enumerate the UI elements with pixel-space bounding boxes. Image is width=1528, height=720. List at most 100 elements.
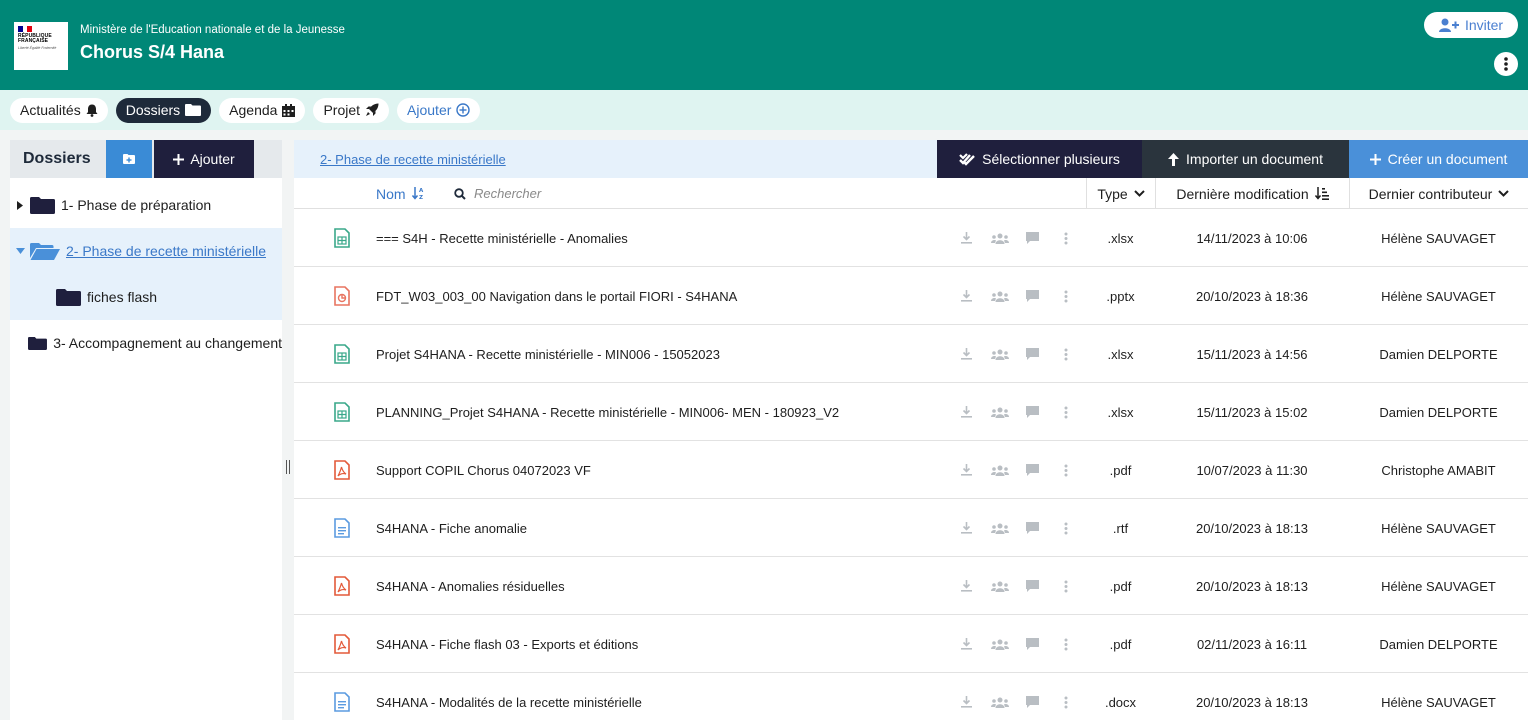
breadcrumb[interactable]: 2- Phase de recette ministérielle xyxy=(320,152,506,167)
column-contributor-filter[interactable]: Dernier contributeur xyxy=(1349,178,1528,209)
comment-icon[interactable] xyxy=(1016,232,1049,244)
folder-open-icon xyxy=(30,242,60,260)
download-icon[interactable] xyxy=(950,348,983,360)
vertical-dots-icon[interactable] xyxy=(1049,232,1082,245)
caret-down-icon[interactable] xyxy=(10,248,30,254)
sort-alpha-icon: AZ xyxy=(411,187,424,200)
last-contributor: Hélène SAUVAGET xyxy=(1381,230,1496,246)
vertical-dots-icon xyxy=(1504,57,1508,71)
table-row[interactable]: S4HANA - Fiche anomalie .rtf 20/10/2023 à … xyxy=(294,499,1528,557)
table-row[interactable]: S4HANA - Modalités de la recette ministé… xyxy=(294,673,1528,720)
pdf-icon xyxy=(332,441,352,499)
table-row[interactable]: PLANNING_Projet S4HANA - Recette ministé… xyxy=(294,383,1528,441)
share-users-icon[interactable] xyxy=(983,581,1016,592)
download-icon[interactable] xyxy=(950,406,983,418)
import-document-button[interactable]: Importer un document xyxy=(1142,140,1349,178)
tab-projet[interactable]: Projet xyxy=(313,97,390,123)
new-folder-button[interactable] xyxy=(106,140,152,178)
file-name[interactable]: === S4H - Recette ministérielle - Anomal… xyxy=(376,209,628,267)
file-name[interactable]: Projet S4HANA - Recette ministérielle - … xyxy=(376,325,720,383)
share-users-icon[interactable] xyxy=(983,465,1016,476)
share-users-icon[interactable] xyxy=(983,233,1016,244)
tab-actualites[interactable]: Actualités xyxy=(10,97,108,123)
column-type-filter[interactable]: Type xyxy=(1086,178,1155,209)
last-contributor: Christophe AMABIT xyxy=(1381,462,1496,478)
vertical-dots-icon[interactable] xyxy=(1049,290,1082,303)
tree-item-accompagnement[interactable]: 3- Accompagnement au changement xyxy=(10,320,282,366)
download-icon[interactable] xyxy=(950,232,983,244)
add-user-icon xyxy=(1438,18,1459,32)
create-document-button[interactable]: Créer un document xyxy=(1349,140,1528,178)
file-name[interactable]: S4HANA - Fiche anomalie xyxy=(376,499,527,557)
file-type: .docx xyxy=(1104,694,1137,710)
last-contributor: Hélène SAUVAGET xyxy=(1381,520,1496,536)
comment-icon[interactable] xyxy=(1016,348,1049,360)
table-row[interactable]: S4HANA - Anomalies résiduelles .pdf 20/10/… xyxy=(294,557,1528,615)
rocket-icon xyxy=(366,103,379,116)
sidebar-add-button[interactable]: Ajouter xyxy=(154,140,254,178)
vertical-dots-icon[interactable] xyxy=(1049,464,1082,477)
file-name[interactable]: PLANNING_Projet S4HANA - Recette ministé… xyxy=(376,383,839,441)
tree-item-fiches-flash[interactable]: fiches flash xyxy=(10,274,282,320)
vertical-dots-icon[interactable] xyxy=(1049,696,1082,709)
select-multiple-button[interactable]: Sélectionner plusieurs xyxy=(937,140,1142,178)
file-type: .xlsx xyxy=(1107,230,1134,246)
folder-plus-icon xyxy=(123,154,135,164)
panel-resize-handle[interactable] xyxy=(286,460,290,474)
vertical-dots-icon[interactable] xyxy=(1049,580,1082,593)
comment-icon[interactable] xyxy=(1016,638,1049,650)
table-row[interactable]: === S4H - Recette ministérielle - Anomal… xyxy=(294,209,1528,267)
download-icon[interactable] xyxy=(950,522,983,534)
download-icon[interactable] xyxy=(950,638,983,650)
share-users-icon[interactable] xyxy=(983,697,1016,708)
comment-icon[interactable] xyxy=(1016,406,1049,418)
comment-icon[interactable] xyxy=(1016,696,1049,708)
share-users-icon[interactable] xyxy=(983,407,1016,418)
share-users-icon[interactable] xyxy=(983,639,1016,650)
comment-icon[interactable] xyxy=(1016,464,1049,476)
share-users-icon[interactable] xyxy=(983,291,1016,302)
file-name[interactable]: Support COPIL Chorus 04072023 VF xyxy=(376,441,591,499)
table-row[interactable]: S4HANA - Fiche flash 03 - Exports et édi… xyxy=(294,615,1528,673)
tab-dossiers[interactable]: Dossiers xyxy=(115,97,212,123)
vertical-dots-icon[interactable] xyxy=(1049,638,1082,651)
tree-item-label: fiches flash xyxy=(87,289,158,305)
caret-right-icon[interactable] xyxy=(10,200,30,210)
table-row[interactable]: FDT_W03_003_00 Navigation dans le portai… xyxy=(294,267,1528,325)
search-field[interactable]: Rechercher xyxy=(454,178,541,209)
file-name[interactable]: S4HANA - Anomalies résiduelles xyxy=(376,557,565,615)
column-name-sort[interactable]: Nom AZ xyxy=(376,178,424,209)
invite-label: Inviter xyxy=(1464,17,1504,33)
table-row[interactable]: Support COPIL Chorus 04072023 VF .pdf 10/0… xyxy=(294,441,1528,499)
tree-item-preparation[interactable]: 1- Phase de préparation xyxy=(10,182,282,228)
download-icon[interactable] xyxy=(950,290,983,302)
download-icon[interactable] xyxy=(950,696,983,708)
more-options-button[interactable] xyxy=(1494,52,1518,76)
folder-icon xyxy=(30,196,55,214)
column-modified-sort[interactable]: Dernière modification xyxy=(1155,178,1349,209)
comment-icon[interactable] xyxy=(1016,522,1049,534)
download-icon[interactable] xyxy=(950,580,983,592)
file-name[interactable]: FDT_W03_003_00 Navigation dans le portai… xyxy=(376,267,737,325)
invite-button[interactable]: Inviter xyxy=(1424,12,1518,38)
modified-date: 20/10/2023 à 18:13 xyxy=(1195,694,1309,710)
download-icon[interactable] xyxy=(950,464,983,476)
file-name[interactable]: S4HANA - Modalités de la recette ministé… xyxy=(376,673,642,720)
last-contributor: Damien DELPORTE xyxy=(1379,346,1498,362)
tree-item-recette[interactable]: 2- Phase de recette ministérielle xyxy=(10,228,282,274)
comment-icon[interactable] xyxy=(1016,290,1049,302)
tab-ajouter[interactable]: Ajouter xyxy=(397,97,481,123)
tree-item-label: 3- Accompagnement au changement xyxy=(53,335,282,351)
share-users-icon[interactable] xyxy=(983,349,1016,360)
share-users-icon[interactable] xyxy=(983,523,1016,534)
file-name[interactable]: S4HANA - Fiche flash 03 - Exports et édi… xyxy=(376,615,638,673)
vertical-dots-icon[interactable] xyxy=(1049,406,1082,419)
table-header: Nom AZ Rechercher Type Dernière modifica… xyxy=(294,178,1528,209)
file-type: .pdf xyxy=(1109,462,1132,478)
spreadsheet-icon xyxy=(332,325,352,383)
comment-icon[interactable] xyxy=(1016,580,1049,592)
vertical-dots-icon[interactable] xyxy=(1049,522,1082,535)
vertical-dots-icon[interactable] xyxy=(1049,348,1082,361)
tab-agenda[interactable]: Agenda xyxy=(219,97,306,123)
table-row[interactable]: Projet S4HANA - Recette ministérielle - … xyxy=(294,325,1528,383)
